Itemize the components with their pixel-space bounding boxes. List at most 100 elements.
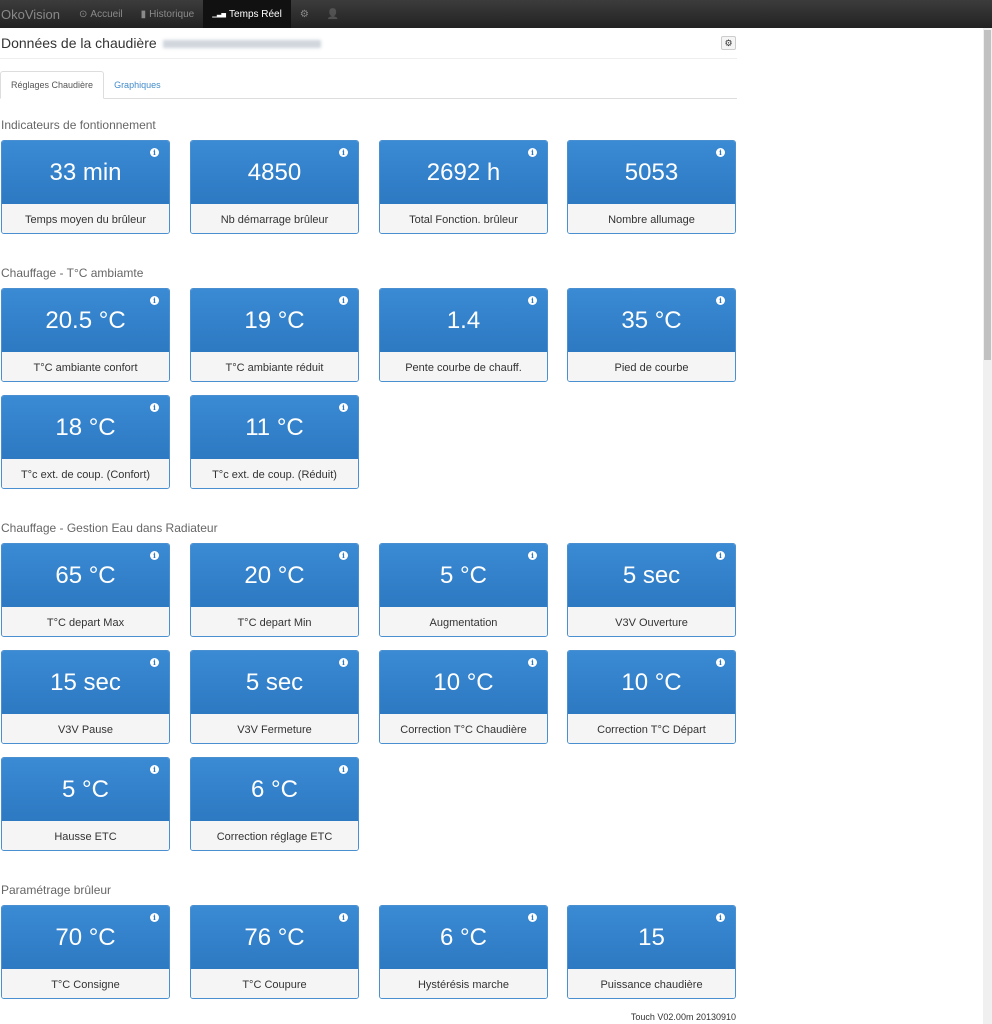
nav-accueil[interactable]: ⊙ Accueil <box>70 0 132 28</box>
info-icon[interactable]: i <box>528 296 537 305</box>
scrollbar[interactable] <box>983 28 992 1024</box>
card-label: T°C Consigne <box>2 969 169 998</box>
card-value: 1.4 <box>446 306 481 334</box>
card-value-area: 5 °C i <box>2 758 169 821</box>
signal-icon: ▁▃▅ <box>212 11 227 18</box>
info-icon[interactable]: i <box>150 658 159 667</box>
info-icon[interactable]: i <box>339 658 348 667</box>
card-label: Correction T°C Départ <box>568 714 735 743</box>
indicator-card: 35 °C i Pied de courbe <box>567 288 736 382</box>
card-value-area: 1.4 i <box>380 289 547 352</box>
info-icon[interactable]: i <box>150 765 159 774</box>
nav-label: Historique <box>149 8 195 20</box>
card-value: 5053 <box>624 158 679 186</box>
info-icon[interactable]: i <box>150 296 159 305</box>
indicator-card: 76 °C i T°C Coupure <box>190 905 359 999</box>
info-icon[interactable]: i <box>528 551 537 560</box>
card-value: 4850 <box>247 158 302 186</box>
card-label: Hausse ETC <box>2 821 169 850</box>
nav-historique[interactable]: ▮ Historique <box>132 0 204 28</box>
indicator-card: 65 °C i T°C depart Max <box>1 543 170 637</box>
indicator-card: 11 °C i T°c ext. de coup. (Réduit) <box>190 395 359 489</box>
card-value: 6 °C <box>440 923 487 951</box>
nav-label: Accueil <box>90 8 123 20</box>
card-value: 5 sec <box>245 668 304 696</box>
card-value-area: 4850 i <box>191 141 358 204</box>
tabs: Réglages Chaudière Graphiques <box>0 71 737 99</box>
info-icon[interactable]: i <box>716 658 725 667</box>
brand[interactable]: OkoVision <box>0 7 70 22</box>
indicator-card: 6 °C i Hystérésis marche <box>379 905 548 999</box>
card-value: 65 °C <box>55 561 116 589</box>
indicator-card: 5 sec i V3V Ouverture <box>567 543 736 637</box>
card-label: V3V Fermeture <box>191 714 358 743</box>
info-icon[interactable]: i <box>150 148 159 157</box>
card-label: Pied de courbe <box>568 352 735 381</box>
section-title: Chauffage - T°C ambiamte <box>1 266 144 280</box>
info-icon[interactable]: i <box>716 148 725 157</box>
user-icon[interactable]: 👤 <box>318 0 348 28</box>
info-icon[interactable]: i <box>528 658 537 667</box>
info-icon[interactable]: i <box>339 148 348 157</box>
scrollbar-thumb[interactable] <box>984 30 991 360</box>
card-value-area: 10 °C i <box>380 651 547 714</box>
indicator-card: 5 sec i V3V Fermeture <box>190 650 359 744</box>
info-icon[interactable]: i <box>150 913 159 922</box>
card-label: T°C depart Min <box>191 607 358 636</box>
tab-graphiques[interactable]: Graphiques <box>104 71 171 98</box>
info-icon[interactable]: i <box>339 765 348 774</box>
info-icon[interactable]: i <box>339 296 348 305</box>
card-value-area: 10 °C i <box>568 651 735 714</box>
card-label: Correction T°C Chaudière <box>380 714 547 743</box>
card-value-area: 2692 h i <box>380 141 547 204</box>
card-label: V3V Ouverture <box>568 607 735 636</box>
info-icon[interactable]: i <box>528 913 537 922</box>
card-value-area: 6 °C i <box>191 758 358 821</box>
settings-icon[interactable]: ⚙ <box>291 0 318 28</box>
indicator-card: 19 °C i T°C ambiante réduit <box>190 288 359 382</box>
card-label: T°c ext. de coup. (Réduit) <box>191 459 358 488</box>
card-label: Nombre allumage <box>568 204 735 233</box>
card-value-area: 5 sec i <box>568 544 735 607</box>
indicator-card: 10 °C i Correction T°C Départ <box>567 650 736 744</box>
card-value-area: 15 i <box>568 906 735 969</box>
gear-icon[interactable]: ⚙ <box>721 36 736 50</box>
info-icon[interactable]: i <box>339 551 348 560</box>
card-label: Temps moyen du brûleur <box>2 204 169 233</box>
card-value: 5 °C <box>440 561 487 589</box>
card-value-area: 20.5 °C i <box>2 289 169 352</box>
tab-reglages[interactable]: Réglages Chaudière <box>0 71 105 99</box>
info-icon[interactable]: i <box>716 913 725 922</box>
indicator-card: 70 °C i T°C Consigne <box>1 905 170 999</box>
card-value: 35 °C <box>621 306 682 334</box>
card-value-area: 18 °C i <box>2 396 169 459</box>
section-title: Indicateurs de fontionnement <box>1 118 156 132</box>
clock-icon: ⊙ <box>79 8 88 20</box>
navbar: OkoVision ⊙ Accueil ▮ Historique ▁▃▅ Temps … <box>0 0 992 28</box>
indicator-card: 20 °C i T°C depart Min <box>190 543 359 637</box>
card-label: Total Fonction. brûleur <box>380 204 547 233</box>
indicator-card: 6 °C i Correction réglage ETC <box>190 757 359 851</box>
card-value: 5 sec <box>622 561 681 589</box>
info-icon[interactable]: i <box>150 551 159 560</box>
version-footer: Touch V02.00m 20130910 <box>630 1012 736 1022</box>
card-label: Correction réglage ETC <box>191 821 358 850</box>
nav-temps-reel[interactable]: ▁▃▅ Temps Réel <box>203 0 291 28</box>
card-value-area: 19 °C i <box>191 289 358 352</box>
card-value: 15 sec <box>50 668 121 696</box>
card-label: T°C ambiante confort <box>2 352 169 381</box>
card-value: 15 <box>638 923 665 951</box>
card-value: 10 °C <box>433 668 494 696</box>
info-icon[interactable]: i <box>716 551 725 560</box>
info-icon[interactable]: i <box>339 403 348 412</box>
card-label: T°C depart Max <box>2 607 169 636</box>
info-icon[interactable]: i <box>339 913 348 922</box>
info-icon[interactable]: i <box>716 296 725 305</box>
indicator-card: 5 °C i Augmentation <box>379 543 548 637</box>
info-icon[interactable]: i <box>150 403 159 412</box>
info-icon[interactable]: i <box>528 148 537 157</box>
bar-chart-icon: ▮ <box>140 8 147 20</box>
card-value-area: 11 °C i <box>191 396 358 459</box>
card-value-area: 70 °C i <box>2 906 169 969</box>
indicator-card: 10 °C i Correction T°C Chaudière <box>379 650 548 744</box>
